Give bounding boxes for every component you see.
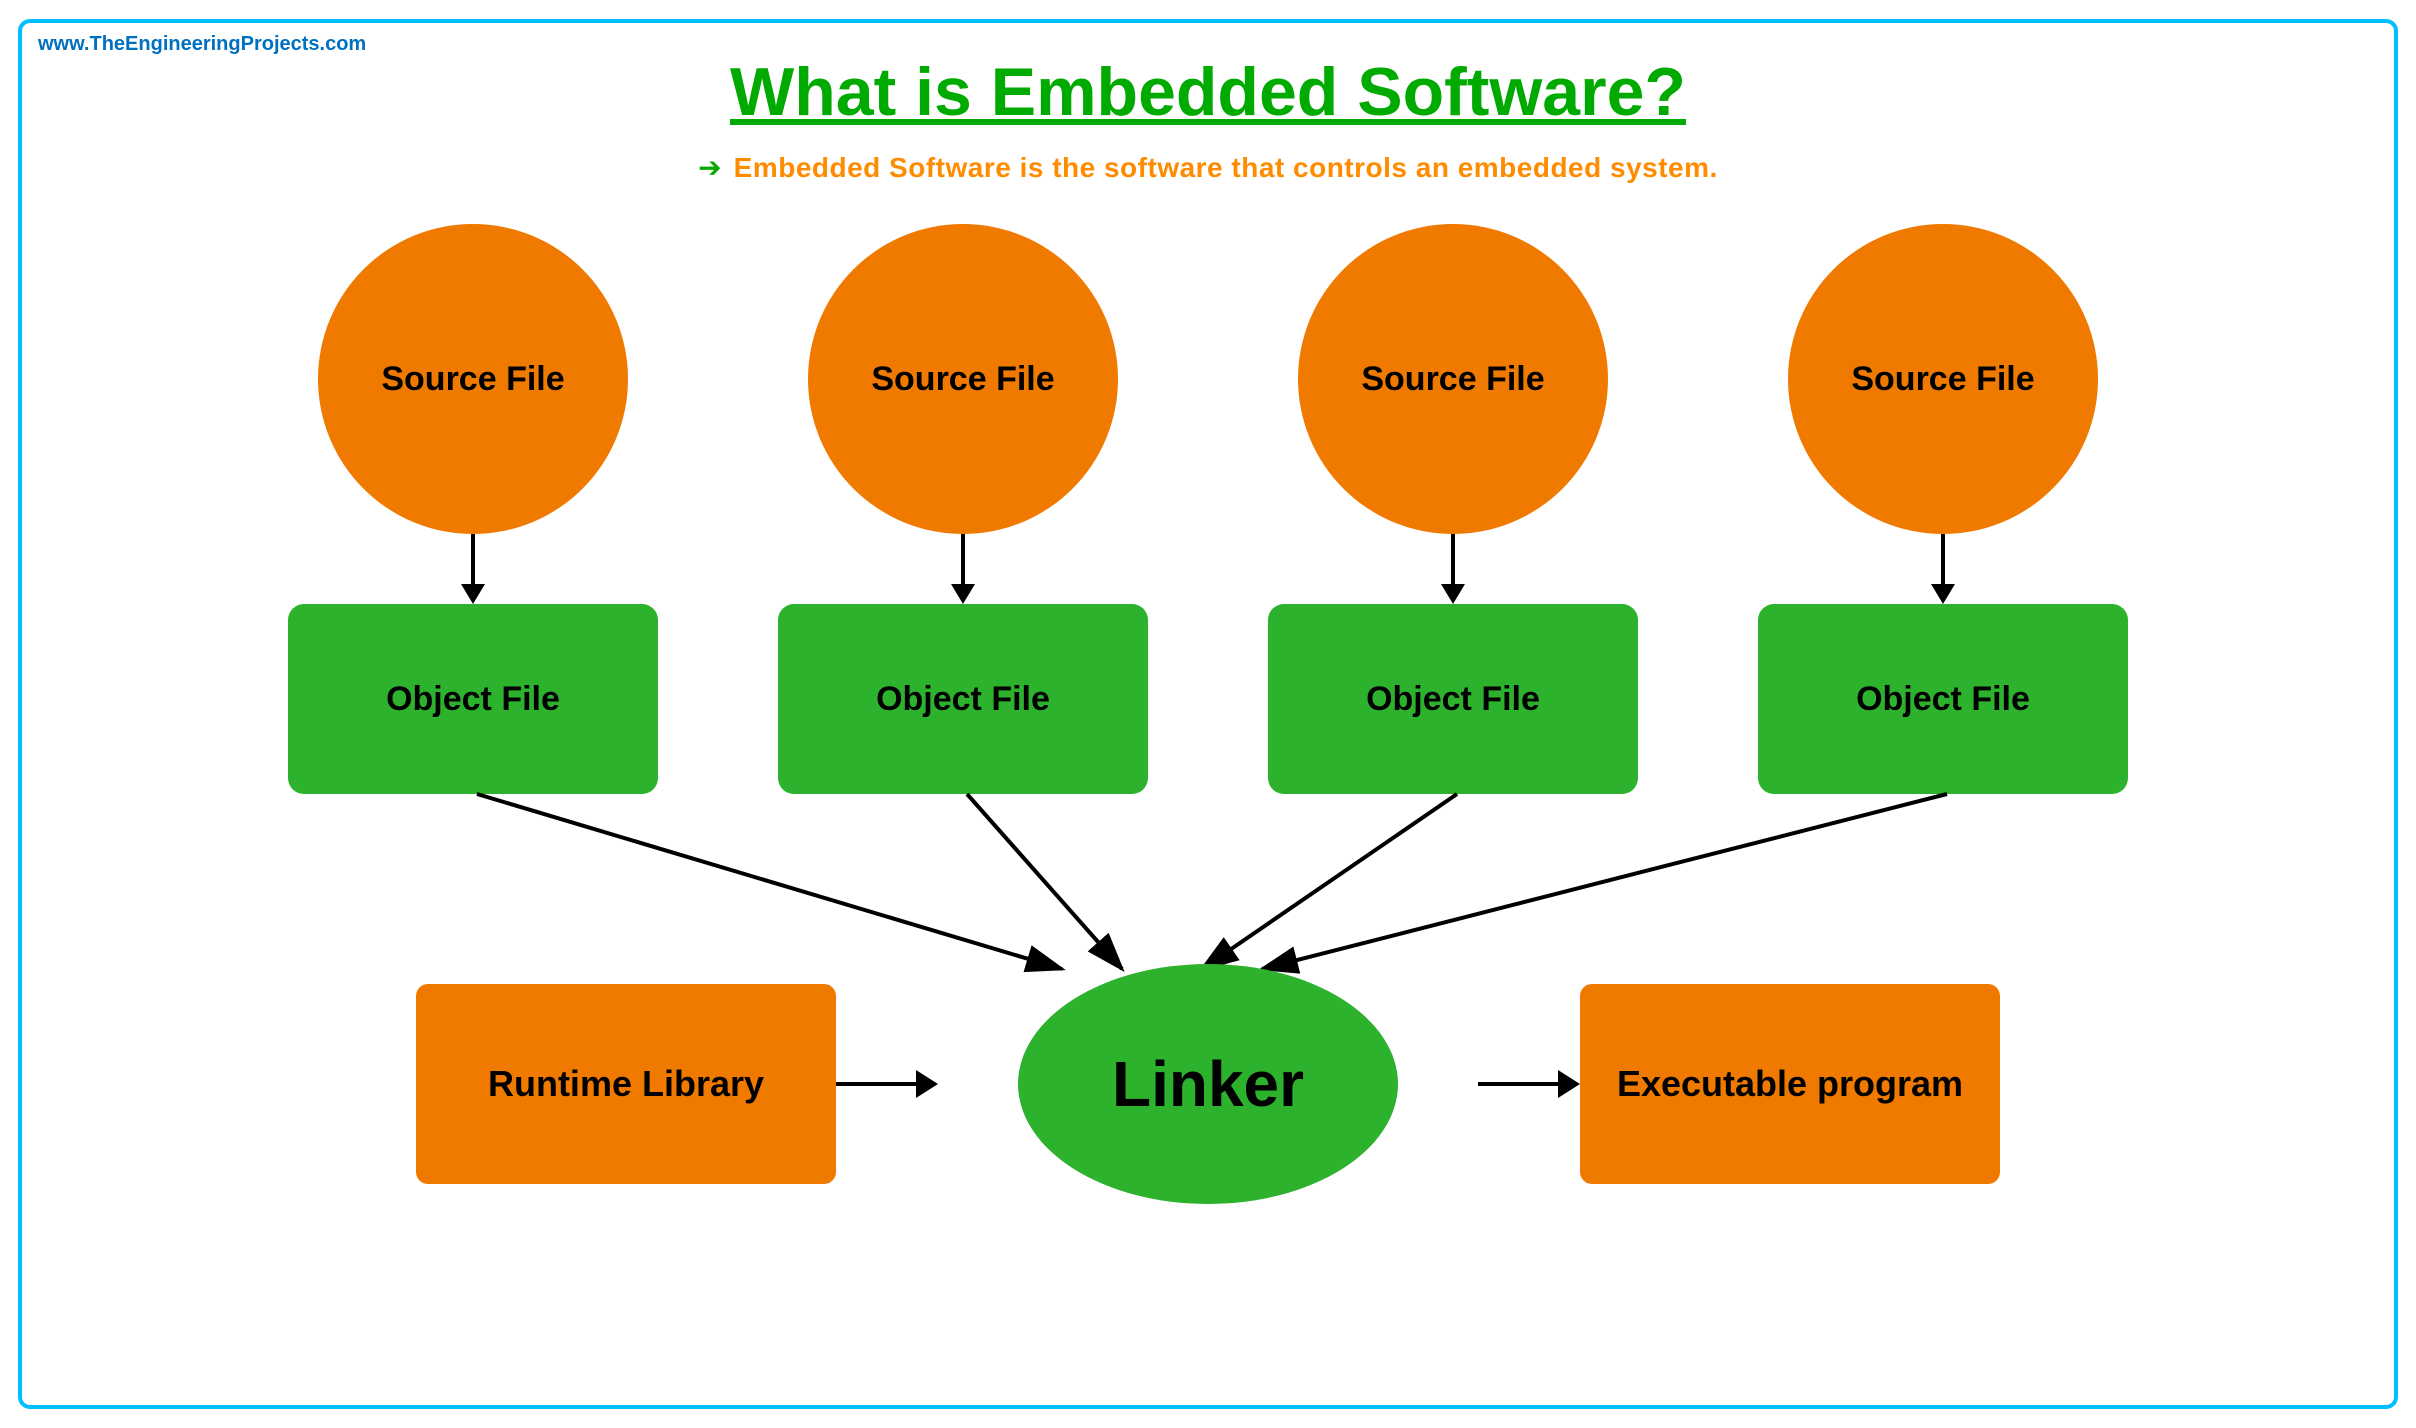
linker-to-exec-arrow [1478,1070,1580,1098]
subtitle-text: Embedded Software is the software that c… [734,152,1718,184]
source-file-circle-1: Source File [318,224,628,534]
down-arrows-row [62,534,2354,604]
source-col-4: Source File [1758,224,2128,534]
source-files-row: Source File Source File Source File Sour… [62,224,2354,534]
connector-3 [1268,534,1638,604]
subtitle-row: ➔ Embedded Software is the software that… [62,151,2354,184]
connector-1 [288,534,658,604]
main-container: www.TheEngineeringProjects.com What is E… [18,19,2398,1409]
executable-program-box: Executable program [1580,984,2000,1184]
source-file-circle-2: Source File [808,224,1118,534]
runtime-library-box: Runtime Library [416,984,836,1184]
object-file-box-1: Object File [288,604,658,794]
runtime-to-linker-arrow [836,1070,938,1098]
website-label: www.TheEngineeringProjects.com [38,33,366,56]
diagram-wrapper: Source File Source File Source File Sour… [62,224,2354,1204]
source-file-circle-3: Source File [1298,224,1608,534]
bottom-section: Runtime Library Linker Executable progra… [62,964,2354,1204]
arrow-right-icon: ➔ [698,151,721,184]
source-col-2: Source File [778,224,1148,534]
page-title: What is Embedded Software? [62,53,2354,131]
object-file-box-2: Object File [778,604,1148,794]
object-file-box-3: Object File [1268,604,1638,794]
connector-2 [778,534,1148,604]
linker-ellipse: Linker [1018,964,1398,1204]
object-file-box-4: Object File [1758,604,2128,794]
source-file-circle-4: Source File [1788,224,2098,534]
object-files-row: Object File Object File Object File Obje… [62,604,2354,794]
source-col-3: Source File [1268,224,1638,534]
connector-4 [1758,534,2128,604]
source-col-1: Source File [288,224,658,534]
